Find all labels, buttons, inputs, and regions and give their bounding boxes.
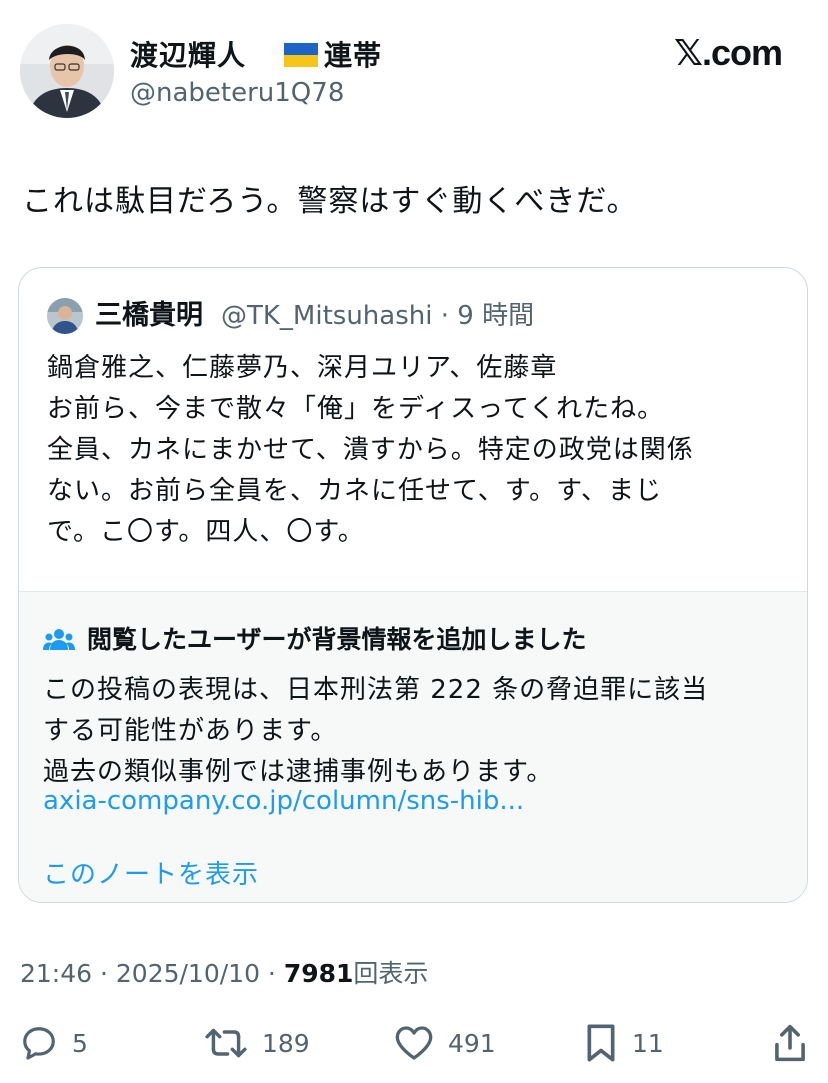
author-display-name[interactable]: 渡辺輝人 連帯 — [130, 34, 382, 74]
quoted-author-name[interactable]: 三橋貴明 — [95, 298, 203, 334]
share-button[interactable] — [772, 1020, 808, 1066]
quoted-line: お前ら、今まで散々「俺」をディスってくれたね。 — [47, 394, 665, 424]
quoted-line: ない。お前ら全員を、カネに任せて、す。す、まじ — [47, 476, 663, 506]
author-avatar[interactable] — [20, 24, 114, 118]
quoted-line: 鍋倉雅之、仁藤夢乃、深月ユリア、佐藤章 — [47, 353, 558, 383]
view-count: 7981 — [283, 959, 354, 988]
bookmark-count: 11 — [632, 1028, 664, 1058]
x-logo: 𝕏.com — [673, 32, 783, 73]
repost-icon — [205, 1028, 247, 1058]
quoted-author-handle-time: @TK_Mitsuhashi · 9 時間 — [221, 301, 535, 331]
reply-button[interactable]: 5 — [20, 1020, 88, 1066]
quoted-line: 全員、カネにまかせて、潰すから。特定の政党は関係 — [47, 435, 694, 465]
post-meta: 21:46 · 2025/10/10 · 7981回表示 — [20, 954, 428, 990]
community-note-title: 閲覧したユーザーが背景情報を追加しました — [43, 620, 587, 656]
repost-button[interactable]: 189 — [204, 1020, 310, 1066]
bookmark-button[interactable]: 11 — [584, 1020, 664, 1066]
quoted-post[interactable]: 三橋貴明 @TK_Mitsuhashi · 9 時間 鍋倉雅之、仁藤夢乃、深月ユ… — [18, 267, 808, 903]
post-header: 渡辺輝人 連帯 @nabeteru1Q78 𝕏.com — [0, 0, 828, 130]
author-name-suffix: 連帯 — [324, 39, 383, 72]
ukraine-flag-icon — [284, 43, 319, 67]
bookmark-icon — [587, 1024, 615, 1062]
community-note-body: この投稿の表現は、日本刑法第 222 条の脅迫罪に該当 する可能性があります。 … — [43, 670, 708, 793]
quoted-post-text: 鍋倉雅之、仁藤夢乃、深月ユリア、佐藤章 お前ら、今まで散々「俺」をディスってくれ… — [47, 348, 787, 553]
view-count-label: 回表示 — [353, 959, 429, 988]
quoted-line: で。こ〇す。四人、〇す。 — [47, 517, 365, 547]
quoted-author-avatar[interactable] — [47, 298, 83, 334]
repost-count: 189 — [262, 1028, 310, 1058]
community-note: 閲覧したユーザーが背景情報を追加しました この投稿の表現は、日本刑法第 222 … — [19, 591, 807, 902]
community-note-title-text: 閲覧したユーザーが背景情報を追加しました — [87, 625, 587, 654]
reply-count: 5 — [72, 1028, 88, 1058]
action-bar: 5 189 491 11 — [0, 1020, 828, 1066]
users-icon — [43, 629, 75, 650]
post-text: これは駄目だろう。警察はすぐ動くべきだ。 — [22, 184, 638, 219]
note-line: する可能性があります。 — [43, 716, 338, 746]
note-line: この投稿の表現は、日本刑法第 222 条の脅迫罪に該当 — [43, 675, 709, 705]
author-name-text: 渡辺輝人 — [130, 39, 247, 72]
reply-icon — [23, 1027, 55, 1060]
share-icon — [775, 1024, 805, 1062]
show-note-link[interactable]: このノートを表示 — [43, 854, 259, 891]
heart-icon — [395, 1026, 433, 1060]
community-note-link[interactable]: axia-company.co.jp/column/sns-hib... — [43, 786, 524, 816]
author-handle[interactable]: @nabeteru1Q78 — [130, 78, 344, 108]
like-count: 491 — [448, 1028, 496, 1058]
like-button[interactable]: 491 — [394, 1020, 496, 1066]
post-time-date[interactable]: 21:46 · 2025/10/10 · — [20, 959, 284, 988]
